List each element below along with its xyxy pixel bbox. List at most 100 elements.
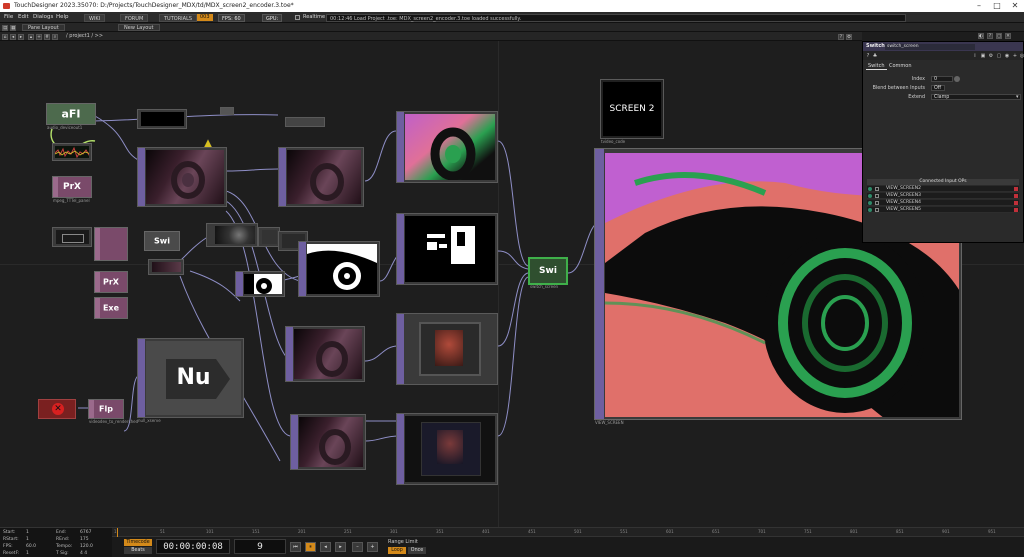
tick-label: 501: [574, 529, 582, 534]
gear-icon[interactable]: ⚙: [988, 53, 994, 59]
pane-lock-icon[interactable]: ▢: [996, 33, 1002, 39]
audio-device-out-node[interactable]: aFI audio_deviceout1: [46, 103, 96, 130]
encoder-preview-bw[interactable]: [298, 241, 380, 297]
pause-icon[interactable]: ⏸: [305, 542, 316, 552]
table-row[interactable]: VIEW_SCREEN4: [867, 200, 1019, 206]
menu-dialogs[interactable]: Dialogs: [33, 12, 53, 23]
wiki-button[interactable]: WIKI: [84, 13, 106, 22]
home-icon[interactable]: ⌂: [2, 33, 8, 40]
help-icon[interactable]: ?: [865, 53, 871, 59]
execute-dat-node[interactable]: Exe: [94, 297, 128, 319]
level-node[interactable]: [206, 223, 258, 247]
plus-icon[interactable]: +: [367, 542, 378, 552]
text-node[interactable]: [285, 117, 325, 127]
python-icon[interactable]: ♣: [872, 53, 878, 59]
tab-new-layout[interactable]: New Layout: [118, 24, 160, 31]
small-dat-node[interactable]: [220, 107, 234, 115]
minimize-button[interactable]: –: [970, 0, 988, 12]
tick-label: 51: [160, 529, 166, 534]
encoder-preview-4[interactable]: [290, 414, 366, 470]
tick-label: 151: [252, 529, 260, 534]
settings-icon[interactable]: ⚙: [846, 33, 852, 40]
table-row[interactable]: VIEW_SCREEN3: [867, 193, 1019, 199]
network-path[interactable]: / project1 / >>: [66, 32, 103, 41]
search-icon[interactable]: ⌕: [52, 33, 58, 40]
screen2-text-node[interactable]: SCREEN 2 tvideo_code: [600, 79, 664, 144]
index-field[interactable]: 0: [931, 76, 953, 82]
tab-switch[interactable]: Switch: [866, 62, 887, 70]
encoder-preview-1[interactable]: [278, 147, 364, 207]
blend-toggle[interactable]: Off: [931, 85, 945, 91]
playhead[interactable]: [117, 528, 118, 537]
realtime-checkbox[interactable]: [295, 15, 300, 20]
add-icon[interactable]: +: [36, 33, 42, 40]
palette-icon[interactable]: ◉: [1004, 53, 1010, 59]
parameter-panel: Switch switch_screen ? ♣ i ▣ ⚙ ▢ ◉ + ◎ S…: [862, 41, 1024, 243]
prx-chop-node[interactable]: PrX mpeg_TTTel_panel: [52, 176, 92, 203]
flip-node[interactable]: Flp videodev_to_rendershed: [88, 399, 138, 424]
threshold-node[interactable]: [235, 271, 285, 297]
maximize-button[interactable]: □: [988, 0, 1006, 12]
beats-mode-button[interactable]: Beats: [124, 547, 152, 554]
movie-file-in-node[interactable]: [137, 109, 187, 129]
table-row[interactable]: VIEW_SCREEN2: [867, 186, 1019, 192]
tick-label: 251: [344, 529, 352, 534]
menu-help[interactable]: Help: [56, 12, 69, 23]
grid-icon[interactable]: #: [44, 33, 50, 40]
frame-display[interactable]: 9: [234, 539, 286, 554]
minus-icon[interactable]: –: [352, 542, 363, 552]
play-icon[interactable]: ▸: [335, 542, 346, 552]
pane-split-icon[interactable]: ▤: [2, 24, 8, 31]
tab-pane-layout[interactable]: Pane Layout: [22, 24, 65, 31]
globe-icon[interactable]: ◎: [1019, 53, 1024, 59]
chop-node-a[interactable]: [94, 227, 128, 261]
switch-screen-node[interactable]: Swi switch_screen: [528, 257, 568, 289]
pane-grid-icon[interactable]: ▦: [10, 24, 16, 31]
expand-icon[interactable]: ▣: [980, 53, 986, 59]
tab-common[interactable]: Common: [887, 62, 914, 70]
once-button[interactable]: Once: [408, 547, 426, 554]
index-slider-handle[interactable]: [954, 76, 960, 82]
prx-chop-node-2[interactable]: PrX: [94, 271, 128, 293]
screen-output-3[interactable]: [396, 313, 498, 385]
pane-view-icon[interactable]: ◐: [978, 33, 984, 39]
forward-icon[interactable]: ▸: [18, 33, 24, 40]
encoder-preview-3[interactable]: [285, 326, 365, 382]
timecode-display[interactable]: 00:00:00:08: [156, 539, 230, 554]
help-icon[interactable]: ?: [838, 33, 844, 40]
switch-top-small-node[interactable]: Swi: [144, 231, 180, 251]
tutorials-button[interactable]: TUTORIALS: [159, 13, 198, 22]
menu-file[interactable]: File: [4, 12, 13, 23]
pane-close-icon[interactable]: ✕: [1005, 33, 1011, 39]
screen-output-2[interactable]: [396, 213, 498, 285]
clip-icon[interactable]: ▢: [996, 53, 1002, 59]
screen-output-1[interactable]: [396, 111, 498, 183]
op-name-field[interactable]: switch_screen: [885, 43, 975, 50]
loop-button[interactable]: Loop: [388, 547, 406, 554]
extend-menu[interactable]: Clamp: [931, 94, 1021, 100]
back-icon[interactable]: ◂: [10, 33, 16, 40]
screen-output-4[interactable]: [396, 413, 498, 485]
movie-in-node[interactable]: [137, 147, 227, 207]
device-node[interactable]: [52, 227, 92, 247]
timecode-mode-button[interactable]: Timecode: [124, 539, 152, 546]
close-button[interactable]: ✕: [1006, 0, 1024, 12]
null-node[interactable]: Nu null_xserve: [137, 338, 244, 423]
info-icon[interactable]: i: [972, 53, 978, 59]
tick-label: 851: [896, 529, 904, 534]
forum-button[interactable]: FORUM: [120, 13, 149, 22]
device-in-node[interactable]: ✕: [38, 399, 76, 419]
step-back-icon[interactable]: ◂: [320, 542, 331, 552]
pane-help-icon[interactable]: ?: [987, 33, 993, 39]
rewind-icon[interactable]: ⏮: [290, 542, 301, 552]
table-row[interactable]: VIEW_SCREEN5: [867, 207, 1019, 213]
add-icon[interactable]: +: [1012, 53, 1018, 59]
blend-label: Blend between Inputs: [872, 86, 925, 91]
tick-label: 651: [712, 529, 720, 534]
menu-edit[interactable]: Edit: [18, 12, 29, 23]
timeline-ruler[interactable]: 1 51 101 151 201 251 301 351 401 451 501…: [112, 528, 1024, 537]
small-preview-node[interactable]: [148, 259, 184, 275]
info-node[interactable]: [258, 227, 280, 247]
audio-waveform-node[interactable]: [52, 143, 92, 161]
up-icon[interactable]: ▴: [28, 33, 34, 40]
